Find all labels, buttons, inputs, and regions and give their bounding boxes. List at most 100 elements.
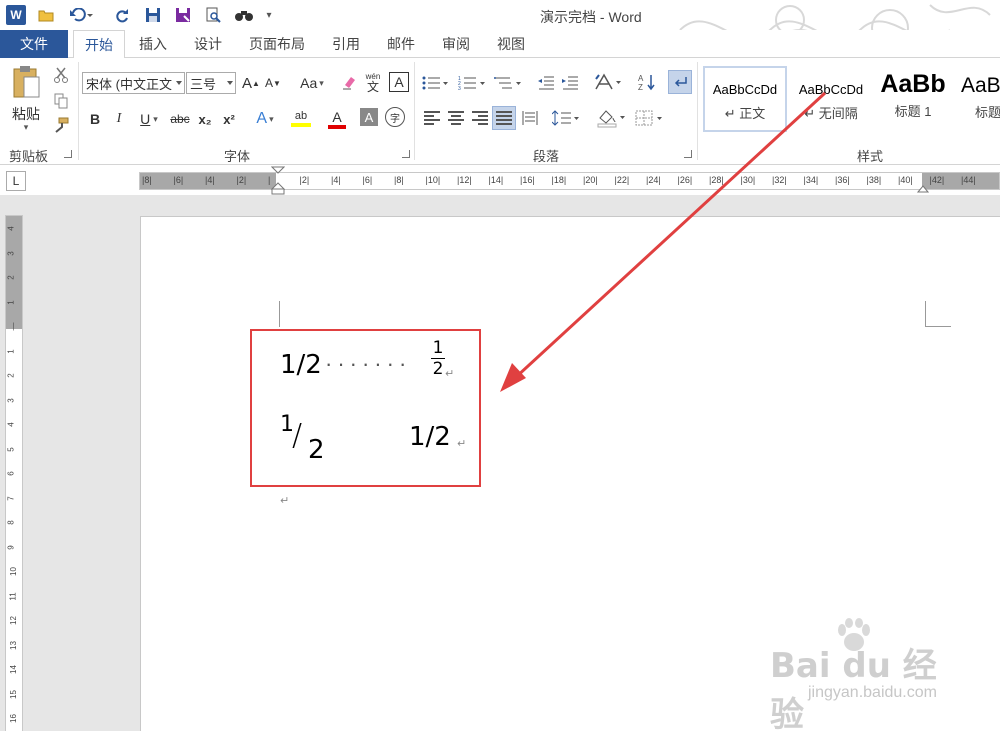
italic-button[interactable]: I bbox=[110, 108, 128, 130]
style-heading[interactable]: AaBb 标题 bbox=[955, 66, 1000, 132]
vertical-ruler-tick: 10 bbox=[8, 567, 18, 576]
borders-icon[interactable] bbox=[632, 106, 666, 130]
align-right-icon[interactable] bbox=[470, 108, 490, 128]
ruler-tick: |6| bbox=[362, 175, 373, 185]
paste-dropdown-icon[interactable]: ▾ bbox=[20, 122, 32, 132]
group-separator bbox=[697, 62, 698, 160]
open-folder-icon[interactable] bbox=[36, 5, 56, 25]
show-hide-marks-button[interactable] bbox=[668, 70, 692, 94]
text-effects-label: A bbox=[256, 110, 268, 127]
vertical-ruler[interactable]: 4 3 2 1—1 2 3 4 5 6 7 8 9 10 11 12 13 14 15 16 bbox=[5, 215, 23, 731]
highlight-button[interactable]: ab bbox=[284, 106, 318, 132]
paragraph-launcher-icon[interactable] bbox=[684, 150, 692, 158]
save-as-icon[interactable] bbox=[173, 5, 193, 25]
word-app-icon[interactable]: W bbox=[6, 5, 26, 25]
save-icon[interactable] bbox=[143, 5, 163, 25]
right-indent-marker-icon[interactable] bbox=[917, 183, 929, 193]
numbering-icon[interactable]: 123 bbox=[456, 72, 488, 94]
redo-icon[interactable] bbox=[112, 5, 132, 25]
copy-icon[interactable] bbox=[52, 92, 70, 110]
align-center-icon[interactable] bbox=[446, 108, 466, 128]
horizontal-ruler[interactable]: |8| |6| |4| |2| | |2| |4| |6| |8| |10| |12| |14| |16… bbox=[139, 172, 1000, 190]
vertical-ruler-tick: 8 bbox=[6, 520, 16, 525]
cut-icon[interactable] bbox=[52, 66, 70, 84]
vertical-ruler-tick: 4 bbox=[6, 226, 16, 231]
font-launcher-icon[interactable] bbox=[402, 150, 410, 158]
tab-file[interactable]: 文件 bbox=[0, 30, 68, 58]
vertical-ruler-tick: 3 bbox=[6, 250, 16, 256]
vertical-ruler-tick: 1 bbox=[6, 299, 16, 305]
window-title: 演示完档 - Word bbox=[540, 9, 642, 25]
vertical-ruler-tick: 2 bbox=[6, 275, 16, 280]
clipboard-group-label: 剪贴板 bbox=[9, 149, 49, 164]
font-color-label: A bbox=[332, 108, 342, 125]
undo-button[interactable] bbox=[66, 5, 96, 25]
style-heading-1[interactable]: AaBb 标题 1 bbox=[875, 66, 951, 132]
font-name-combo[interactable]: 宋体 (中文正文 bbox=[82, 72, 185, 94]
group-separator bbox=[78, 62, 79, 160]
enclose-characters-button[interactable]: 字 bbox=[385, 107, 405, 127]
text-effects-button[interactable]: A ▾ bbox=[250, 108, 280, 130]
font-size-combo[interactable]: 三号 bbox=[186, 72, 236, 94]
clipboard-launcher-icon[interactable] bbox=[64, 150, 72, 158]
tab-home[interactable]: 开始 bbox=[73, 30, 125, 59]
ruler-tick: |12| bbox=[457, 175, 472, 185]
indent-marker-icon[interactable] bbox=[271, 166, 285, 196]
underline-button[interactable]: U ▾ bbox=[134, 108, 164, 130]
ribbon: 粘贴 ▾ 剪贴板 宋体 (中文正文 三号 A ▲ A ▼ Aa ▾ wén 文 A B… bbox=[0, 58, 1000, 165]
watermark-url: jingyan.baidu.com bbox=[808, 684, 937, 701]
clear-format-icon[interactable] bbox=[340, 72, 358, 94]
ribbon-tabs: 文件 开始 插入 设计 页面布局 引用 邮件 审阅 视图 bbox=[0, 30, 1000, 59]
bold-button[interactable]: B bbox=[86, 108, 104, 130]
customize-quick-access-icon[interactable]: ▾ bbox=[262, 5, 276, 25]
ruler-tick: |22| bbox=[614, 175, 630, 185]
style-normal-sample: AaBbCcDd bbox=[712, 82, 778, 97]
tab-review[interactable]: 审阅 bbox=[432, 30, 480, 58]
phonetic-guide-button[interactable]: wén 文 bbox=[362, 70, 384, 96]
style-normal[interactable]: AaBbCcDd ↵ 正文 bbox=[703, 66, 787, 132]
align-left-icon[interactable] bbox=[422, 108, 442, 128]
style-heading-1-sample: AaBb bbox=[880, 70, 946, 98]
tab-page-layout[interactable]: 页面布局 bbox=[242, 30, 312, 58]
tab-view[interactable]: 视图 bbox=[487, 30, 535, 58]
line-spacing-icon[interactable] bbox=[550, 108, 582, 128]
increase-indent-icon[interactable] bbox=[560, 72, 580, 94]
sort-icon[interactable]: AZ bbox=[636, 70, 658, 94]
character-border-button[interactable]: A bbox=[389, 72, 409, 92]
multilevel-list-icon[interactable] bbox=[492, 72, 524, 94]
bullets-icon[interactable] bbox=[420, 72, 450, 94]
decrease-indent-icon[interactable] bbox=[536, 72, 556, 94]
grow-font-button[interactable]: A ▲ bbox=[242, 72, 260, 94]
svg-text:A: A bbox=[638, 74, 644, 83]
change-case-label: Aa bbox=[300, 75, 318, 91]
clipboard-icon[interactable] bbox=[8, 64, 44, 100]
ruler-tick: |10| bbox=[425, 175, 441, 185]
font-color-button[interactable]: A bbox=[320, 106, 354, 132]
style-no-spacing[interactable]: AaBbCcDd ↵ 无间隔 bbox=[789, 66, 873, 132]
change-case-button[interactable]: Aa ▾ bbox=[296, 72, 328, 94]
tab-references[interactable]: 引用 bbox=[322, 30, 370, 58]
format-painter-icon[interactable] bbox=[52, 116, 70, 134]
distributed-icon[interactable] bbox=[520, 108, 540, 128]
strikethrough-button[interactable]: abc bbox=[168, 108, 192, 130]
ruler-tick: |4| bbox=[205, 175, 215, 185]
ruler-tick: |2| bbox=[299, 175, 310, 185]
tab-mailings[interactable]: 邮件 bbox=[377, 30, 425, 58]
superscript-button[interactable]: x² bbox=[218, 108, 240, 130]
svg-text:3: 3 bbox=[458, 86, 461, 90]
shrink-font-button[interactable]: A ▼ bbox=[264, 72, 282, 94]
character-shading-button[interactable]: A bbox=[360, 108, 378, 126]
shading-icon[interactable] bbox=[594, 106, 628, 130]
justify-icon[interactable] bbox=[492, 106, 516, 130]
vertical-ruler-tick: 9 bbox=[6, 544, 16, 550]
print-preview-icon[interactable] bbox=[203, 5, 223, 25]
binoculars-icon[interactable] bbox=[234, 5, 254, 25]
tab-insert[interactable]: 插入 bbox=[129, 30, 177, 58]
asian-layout-icon[interactable] bbox=[592, 70, 624, 94]
ruler-tick: |8| bbox=[142, 175, 152, 185]
tab-selector[interactable]: L bbox=[6, 171, 26, 191]
tab-design[interactable]: 设计 bbox=[184, 30, 232, 58]
style-no-spacing-sample: AaBbCcDd bbox=[798, 82, 864, 97]
subscript-button[interactable]: x₂ bbox=[194, 108, 216, 130]
highlight-box bbox=[250, 329, 481, 487]
